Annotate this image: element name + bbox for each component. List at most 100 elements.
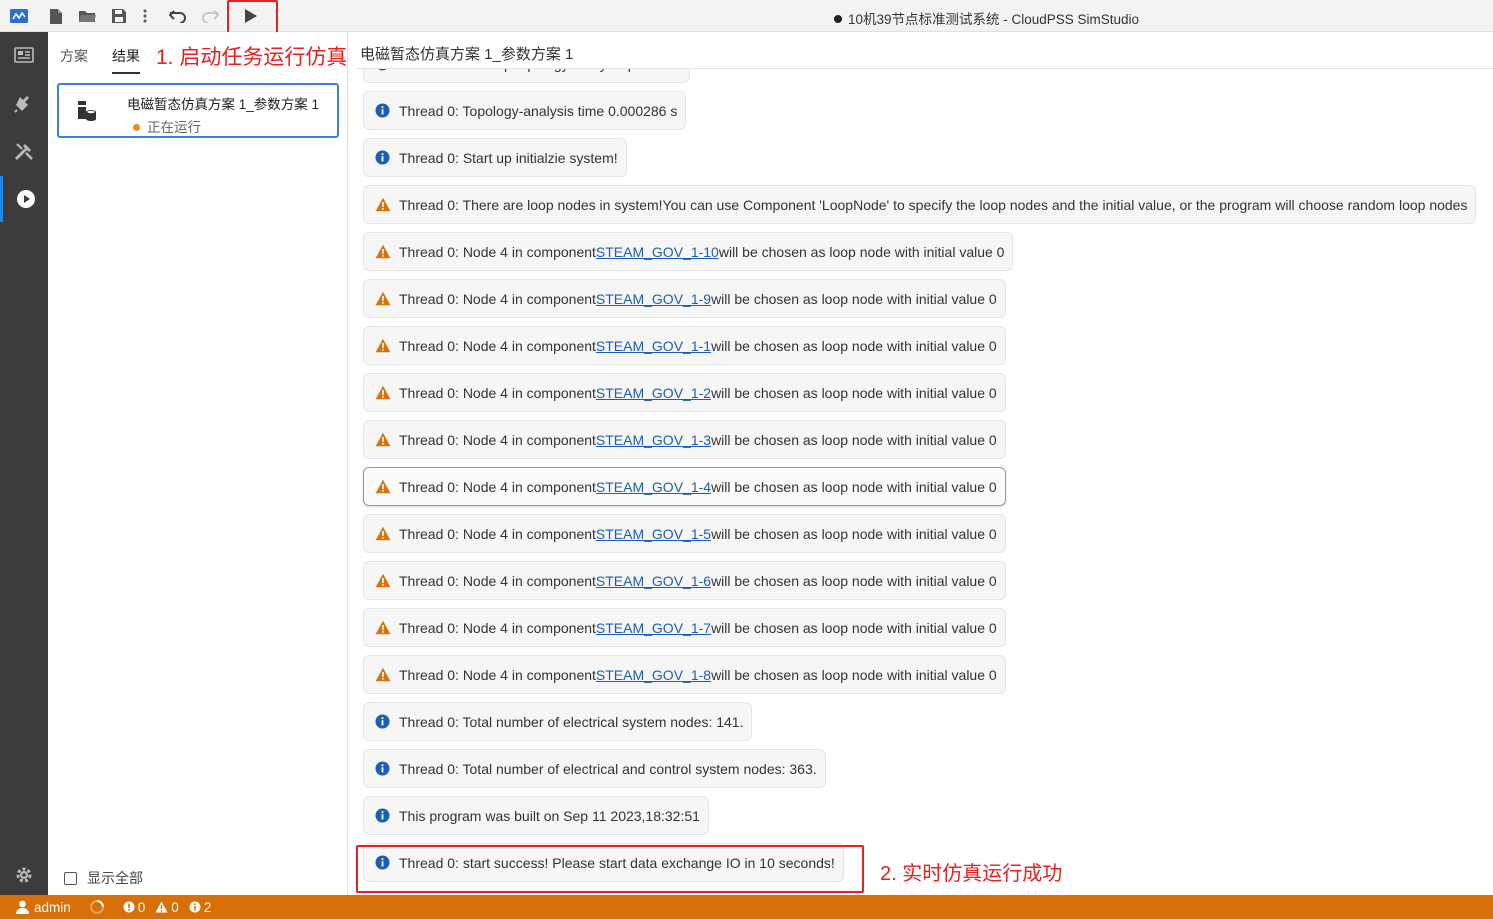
log-warning-item[interactable]: Thread 0: Node 4 in component STEAM_GOV_… (363, 232, 1014, 271)
running-status-dot-icon (133, 124, 140, 131)
log-message: Thread 0: Node 4 in component (399, 619, 596, 636)
log-warning-item[interactable]: Thread 0: Node 4 in component STEAM_GOV_… (363, 655, 1006, 694)
log-message: Thread 0: Node 4 in component (399, 337, 596, 354)
tools-icon[interactable] (0, 128, 48, 174)
info-icon (375, 761, 390, 776)
info-icon (375, 69, 390, 71)
log-message: Thread 0: Start up initialzie system! (399, 149, 618, 166)
warning-icon (375, 244, 391, 259)
log-message: Thread 0: Topology-analysis time 0.00028… (399, 102, 678, 119)
warning-count-value: 0 (171, 899, 179, 915)
log-message-suffix: will be chosen as loop node with initial… (718, 243, 1005, 260)
status-bar: admin 0 0 2 (0, 895, 1493, 919)
warning-icon (375, 197, 391, 212)
component-link[interactable]: STEAM_GOV_1-1 (596, 338, 711, 354)
task-name: 电磁暂态仿真方案 1_参数方案 1 (127, 97, 320, 112)
log-message: Thread 0: Node 4 in component (399, 478, 596, 495)
show-all-checkbox[interactable]: 显示全部 (64, 868, 143, 888)
log-message-suffix: will be chosen as loop node with initial… (711, 478, 997, 495)
component-link[interactable]: STEAM_GOV_1-3 (596, 432, 711, 448)
annotation-step-1: 1. 启动任务运行仿真 (156, 46, 348, 69)
component-link[interactable]: STEAM_GOV_1-4 (596, 479, 711, 495)
log-warning-item[interactable]: Thread 0: Node 4 in component STEAM_GOV_… (363, 420, 1006, 459)
info-icon (375, 150, 390, 165)
warning-icon (375, 432, 391, 447)
log-info-item[interactable]: Thread 0: Start up topology-analysis pro… (363, 69, 690, 83)
component-link[interactable]: STEAM_GOV_1-9 (596, 291, 711, 307)
warning-icon (375, 479, 391, 494)
log-message-suffix: will be chosen as loop node with initial… (711, 384, 997, 401)
info-icon (189, 901, 201, 913)
warning-icon (375, 385, 391, 400)
annotation-step-2: 2. 实时仿真运行成功 (880, 863, 1063, 885)
log-message-suffix: will be chosen as loop node with initial… (711, 572, 997, 589)
log-warning-item[interactable]: Thread 0: Node 4 in component STEAM_GOV_… (363, 373, 1006, 412)
error-count[interactable]: 0 (123, 900, 145, 915)
log-warning-item[interactable]: Thread 0: Node 4 in component STEAM_GOV_… (363, 561, 1006, 600)
title-divider (356, 68, 1493, 69)
log-message: Thread 0: Node 4 in component (399, 525, 596, 542)
log-message: Thread 0: Total number of electrical sys… (399, 713, 744, 730)
error-icon (123, 901, 135, 913)
show-all-label: 显示全部 (87, 870, 143, 886)
log-message: Thread 0: Node 4 in component (399, 384, 596, 401)
window-title: 10机39节点标准测试系统 - CloudPSS SimStudio (0, 8, 1493, 28)
warning-count[interactable]: 0 (155, 900, 179, 915)
component-link[interactable]: STEAM_GOV_1-2 (596, 385, 711, 401)
log-info-item[interactable]: Thread 0: Start up initialzie system! (363, 138, 627, 177)
activity-rail (0, 32, 48, 895)
user-icon (16, 900, 29, 914)
username: admin (34, 899, 71, 915)
loading-spinner-icon (89, 899, 105, 915)
log-warning-item[interactable]: Thread 0: Node 4 in component STEAM_GOV_… (363, 514, 1006, 553)
page-title: 电磁暂态仿真方案 1_参数方案 1 (360, 46, 574, 63)
log-warning-item[interactable]: Thread 0: Node 4 in component STEAM_GOV_… (363, 326, 1006, 365)
annotation-success-highlight (356, 845, 864, 893)
log-message-suffix: will be chosen as loop node with initial… (711, 619, 997, 636)
log-info-item[interactable]: Thread 0: Total number of electrical sys… (363, 702, 753, 741)
warning-icon (375, 573, 391, 588)
info-count[interactable]: 2 (189, 900, 211, 915)
warning-icon (375, 291, 391, 306)
warning-icon (375, 526, 391, 541)
log-message: Thread 0: Node 4 in component (399, 572, 596, 589)
log-warning-item[interactable]: Thread 0: Node 4 in component STEAM_GOV_… (363, 608, 1006, 647)
overview-icon[interactable] (0, 32, 48, 78)
log-message: Thread 0: Node 4 in component (399, 431, 596, 448)
warning-icon (155, 901, 168, 913)
log-info-item[interactable]: Thread 0: Total number of electrical and… (363, 749, 826, 788)
tab-scheme[interactable]: 方案 (60, 46, 88, 66)
user-indicator[interactable]: admin (16, 900, 71, 915)
task-status-text: 正在运行 (147, 120, 201, 135)
log-info-item[interactable]: Thread 0: Topology-analysis time 0.00028… (363, 91, 687, 130)
log-warning-item[interactable]: Thread 0: There are loop nodes in system… (363, 185, 1477, 224)
warning-icon (375, 338, 391, 353)
log-message: This program was built on Sep 11 2023,18… (399, 807, 700, 824)
log-message-suffix: will be chosen as loop node with initial… (711, 337, 997, 354)
log-warning-item[interactable]: Thread 0: Node 4 in component STEAM_GOV_… (363, 467, 1006, 506)
log-warning-item[interactable]: Thread 0: Node 4 in component STEAM_GOV_… (363, 279, 1006, 318)
component-link[interactable]: STEAM_GOV_1-7 (596, 620, 711, 636)
log-message: Thread 0: Total number of electrical and… (399, 760, 817, 777)
main-panel: 电磁暂态仿真方案 1_参数方案 1 Thread 0: Start up top… (348, 32, 1493, 895)
log-message-suffix: will be chosen as loop node with initial… (711, 666, 997, 683)
tab-results[interactable]: 结果 (112, 46, 140, 74)
component-link[interactable]: STEAM_GOV_1-5 (596, 526, 711, 542)
run-results-icon[interactable] (0, 176, 48, 222)
log-message: Thread 0: Node 4 in component (399, 666, 596, 683)
settings-icon[interactable] (0, 852, 48, 898)
log-message: Thread 0: Node 4 in component (399, 290, 596, 307)
plugin-icon[interactable] (0, 80, 48, 126)
component-link[interactable]: STEAM_GOV_1-10 (596, 244, 719, 260)
log-info-item[interactable]: This program was built on Sep 11 2023,18… (363, 796, 709, 835)
log-message: Thread 0: There are loop nodes in system… (399, 196, 1468, 213)
component-link[interactable]: STEAM_GOV_1-8 (596, 667, 711, 683)
log-message-suffix: will be chosen as loop node with initial… (711, 525, 997, 542)
task-card[interactable]: 电磁暂态仿真方案 1_参数方案 1 正在运行 (57, 83, 339, 138)
component-link[interactable]: STEAM_GOV_1-6 (596, 573, 711, 589)
log-message: Thread 0: Node 4 in component (399, 243, 596, 260)
task-status: 正在运行 (133, 116, 201, 136)
side-panel: 方案 结果 1. 启动任务运行仿真 电磁暂态仿真方案 1_参数方案 1 正在运行… (48, 32, 348, 895)
log-message: Thread 0: Start up topology-analysis pro… (399, 69, 681, 72)
checkbox-icon[interactable] (64, 871, 77, 885)
